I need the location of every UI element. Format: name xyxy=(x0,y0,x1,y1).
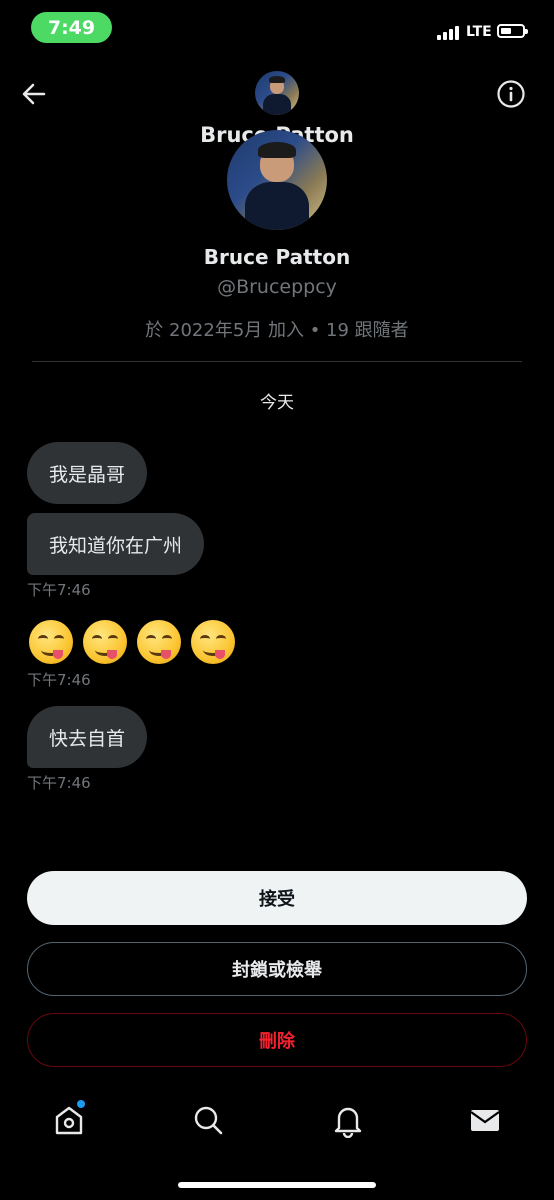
divider xyxy=(32,361,522,362)
profile-handle: @Bruceppcy xyxy=(217,276,337,298)
profile-joined-info: 於 2022年5月 加入 • 19 跟隨者 xyxy=(145,320,409,341)
home-indicator xyxy=(178,1182,376,1188)
profile-avatar[interactable] xyxy=(227,130,327,230)
status-time: 7:49 xyxy=(31,12,112,43)
face-savoring-food-emoji xyxy=(191,620,235,664)
tab-notifications[interactable] xyxy=(330,1102,366,1139)
message-bubble[interactable]: 我知道你在广州 xyxy=(27,513,205,575)
header-avatar[interactable] xyxy=(255,71,299,115)
accept-button[interactable]: 接受 xyxy=(27,871,527,925)
battery-icon xyxy=(497,24,528,38)
emoji-message[interactable] xyxy=(29,620,235,664)
notification-dot xyxy=(77,1100,85,1108)
face-savoring-food-emoji xyxy=(137,620,181,664)
back-arrow-icon[interactable] xyxy=(20,80,48,108)
tab-home[interactable] xyxy=(51,1100,87,1138)
message-timestamp: 下午7:46 xyxy=(27,671,91,689)
delete-button[interactable]: 刪除 xyxy=(27,1013,527,1067)
block-report-button[interactable]: 封鎖或檢舉 xyxy=(27,942,527,996)
face-savoring-food-emoji xyxy=(29,620,73,664)
message-timestamp: 下午7:46 xyxy=(27,774,91,792)
face-savoring-food-emoji xyxy=(83,620,127,664)
profile-name[interactable]: Bruce Patton xyxy=(0,245,554,269)
tab-messages[interactable] xyxy=(467,1102,503,1138)
message-timestamp: 下午7:46 xyxy=(27,581,91,599)
info-icon[interactable] xyxy=(496,79,526,109)
tab-search[interactable] xyxy=(190,1102,226,1138)
signal-icon xyxy=(437,26,459,40)
mail-icon xyxy=(470,1110,500,1131)
network-type: LTE xyxy=(466,24,492,40)
message-bubble[interactable]: 我是晶哥 xyxy=(27,442,148,504)
search-icon xyxy=(194,1106,223,1135)
date-separator: 今天 xyxy=(260,393,294,413)
bell-icon xyxy=(334,1107,362,1139)
message-bubble[interactable]: 快去自首 xyxy=(27,706,148,768)
